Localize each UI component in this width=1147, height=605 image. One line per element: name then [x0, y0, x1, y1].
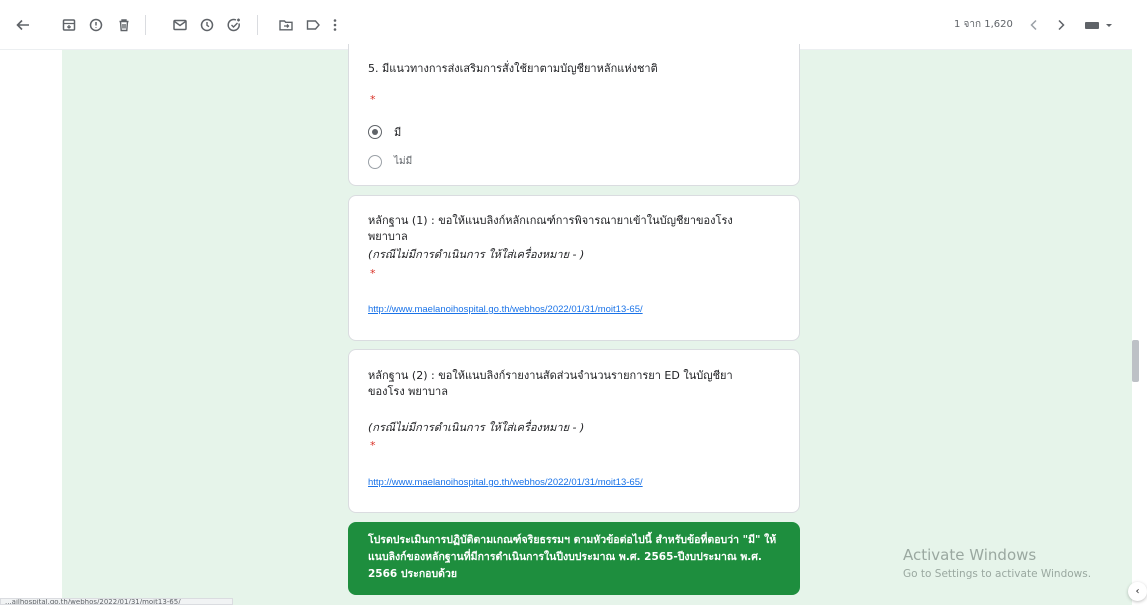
status-bar-url: ...ailhospital.go.th/webhos/2022/01/31/m… [0, 598, 233, 605]
next-icon[interactable] [1049, 13, 1073, 37]
activate-windows-subtitle: Go to Settings to activate Windows. [903, 568, 1092, 580]
question-card-evidence-2: หลักฐาน (2) : ขอให้แนบลิงก์รายงานสัดส่วน… [348, 349, 800, 513]
required-mark: * [370, 439, 376, 452]
question-note: (กรณีไม่มีการดำเนินการ ให้ใส่เครื่องหมาย… [368, 421, 585, 434]
scrollbar-thumb[interactable] [1132, 340, 1139, 382]
required-mark: * [370, 93, 376, 106]
back-icon[interactable] [11, 13, 35, 37]
chevron-left-icon[interactable]: ‹ [1128, 582, 1147, 601]
add-task-icon[interactable] [222, 13, 246, 37]
option-label: มี [394, 126, 402, 139]
delete-icon[interactable] [112, 13, 136, 37]
question-card-evidence-1: หลักฐาน (1) : ขอให้แนบลิงก์หลักเกณฑ์การพ… [348, 195, 800, 341]
section-description: โปรดประเมินการปฏิบัติตามเกณฑ์จริยธรรมฯ ต… [368, 534, 777, 580]
toolbar-divider [145, 15, 146, 35]
prev-icon[interactable] [1022, 13, 1046, 37]
required-mark: * [370, 267, 376, 280]
page-count: 1 จาก 1,620 [954, 19, 1013, 30]
activate-windows-title: Activate Windows [903, 546, 1037, 564]
answer-link[interactable]: http://www.maelanoihospital.go.th/webhos… [368, 477, 643, 488]
keyboard-icon[interactable] [1081, 13, 1115, 37]
move-to-icon[interactable] [274, 13, 298, 37]
scrollbar-track[interactable] [1132, 0, 1147, 605]
label-icon[interactable] [301, 13, 325, 37]
question-title: หลักฐาน (1) : ขอให้แนบลิงก์หลักเกณฑ์การพ… [368, 214, 733, 243]
answer-link[interactable]: http://www.maelanoihospital.go.th/webhos… [368, 304, 643, 315]
radio-unselected-icon[interactable] [368, 154, 382, 169]
option-label: ไม่มี [394, 156, 413, 167]
question-note: (กรณีไม่มีการดำเนินการ ให้ใส่เครื่องหมาย… [368, 248, 585, 261]
message-toolbar: 1 จาก 1,620 [0, 0, 1132, 50]
question-title: หลักฐาน (2) : ขอให้แนบลิงก์รายงานสัดส่วน… [368, 369, 733, 398]
more-icon[interactable] [323, 13, 347, 37]
option-no[interactable]: ไม่มี [368, 154, 412, 169]
option-yes[interactable]: มี [368, 123, 401, 141]
question-title: 5. มีแนวทางการส่งเสริมการสั่งใช้ยาตามบัญ… [368, 62, 658, 75]
report-spam-icon[interactable] [84, 13, 108, 37]
mark-unread-icon[interactable] [168, 13, 192, 37]
snooze-icon[interactable] [195, 13, 219, 37]
section-banner: โปรดประเมินการปฏิบัติตามเกณฑ์จริยธรรมฯ ต… [348, 522, 800, 595]
question-card-q5: 5. มีแนวทางการส่งเสริมการสั่งใช้ยาตามบัญ… [348, 44, 800, 186]
radio-selected-icon[interactable] [368, 125, 382, 139]
archive-icon[interactable] [57, 13, 81, 37]
toolbar-divider [257, 15, 258, 35]
